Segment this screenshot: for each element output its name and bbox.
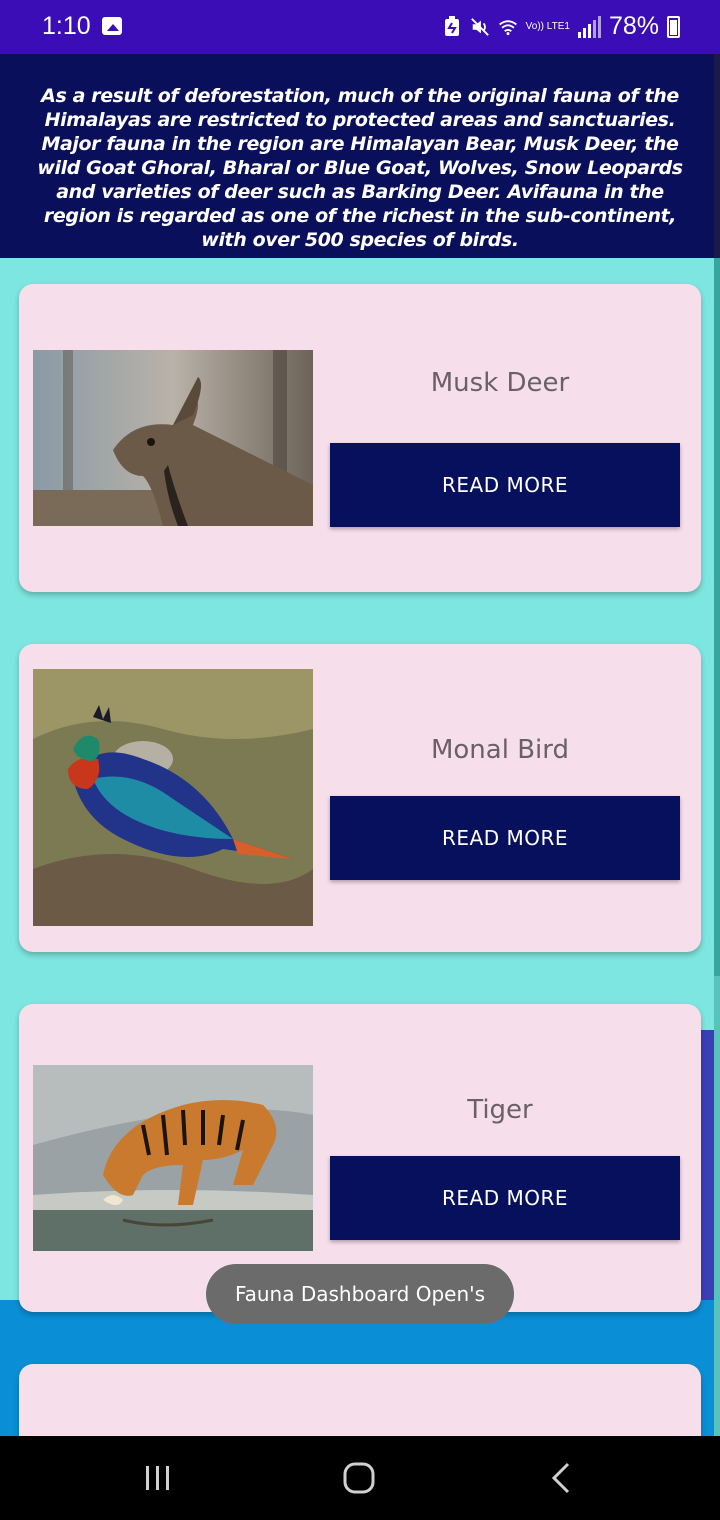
wifi-icon (498, 19, 517, 35)
header-edge (714, 54, 720, 258)
system-nav-bar (0, 1436, 720, 1520)
status-icons: Vo)) LTE1 78% (442, 12, 680, 41)
signal-icon (577, 15, 601, 38)
back-icon[interactable] (531, 1458, 591, 1498)
fauna-card-musk-deer: Musk Deer READ MORE (19, 284, 701, 592)
toast-message: Fauna Dashboard Open's (206, 1264, 514, 1324)
battery-saver-icon (444, 15, 459, 36)
tiger-image (33, 1065, 313, 1251)
intro-header: As a result of deforestation, much of th… (0, 54, 720, 258)
image-icon (102, 17, 122, 35)
card-title: Tiger (467, 1095, 533, 1125)
monal-bird-image (33, 669, 313, 926)
status-time: 1:10 (42, 12, 91, 40)
home-icon[interactable] (329, 1458, 389, 1498)
battery-percent: 78% (608, 12, 659, 40)
battery-icon (667, 15, 680, 38)
volte-lte-icon: Vo)) LTE1 (525, 20, 570, 32)
fauna-card-monal-bird: Monal Bird READ MORE (19, 644, 701, 952)
recent-apps-icon[interactable] (128, 1458, 188, 1498)
read-more-button[interactable]: READ MORE (330, 796, 680, 880)
card-title: Monal Bird (430, 735, 570, 765)
scrollbar-thumb[interactable] (714, 258, 720, 976)
status-bar: 1:10 Vo)) LTE1 78% (0, 0, 720, 54)
card-title: Musk Deer (430, 368, 570, 398)
read-more-button[interactable]: READ MORE (330, 443, 680, 527)
mute-icon (470, 17, 489, 36)
read-more-button[interactable]: READ MORE (330, 1156, 680, 1240)
musk-deer-image (33, 350, 313, 526)
intro-text: As a result of deforestation, much of th… (37, 85, 683, 251)
